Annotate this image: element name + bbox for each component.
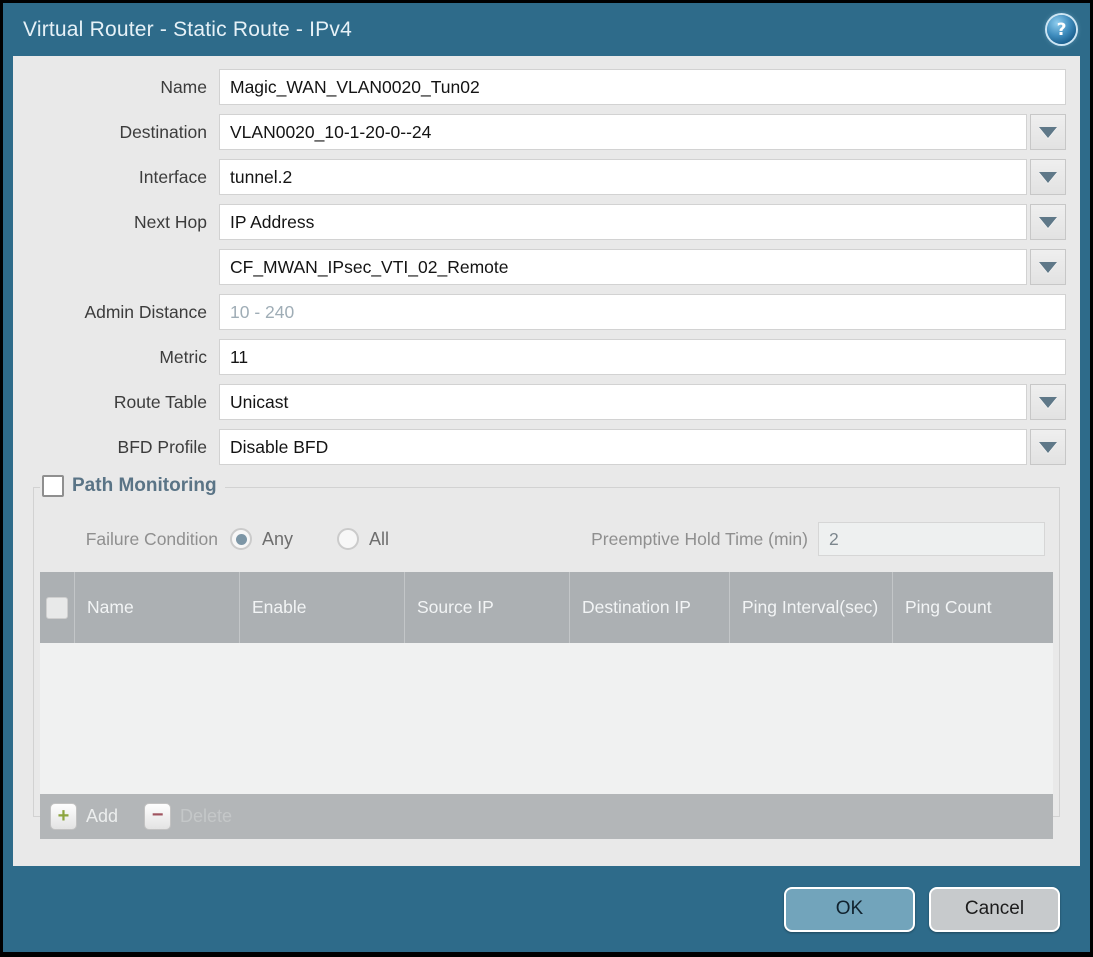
select-all-checkbox[interactable] — [46, 597, 68, 619]
chevron-down-icon — [1039, 262, 1057, 273]
metric-label: Metric — [27, 347, 219, 368]
radio-option-any[interactable]: Any — [230, 528, 293, 550]
cancel-button[interactable]: Cancel — [929, 887, 1060, 932]
route-table-dropdown-button[interactable] — [1030, 384, 1066, 420]
form-row-admin-distance: Admin Distance — [27, 294, 1066, 330]
failure-condition-row: Failure Condition Any All Preemptive Hol… — [40, 522, 1045, 556]
delete-button-label: Delete — [180, 806, 232, 827]
path-monitoring-checkbox[interactable] — [42, 475, 64, 497]
radio-any-icon[interactable] — [230, 528, 252, 550]
bfd-profile-label: BFD Profile — [27, 437, 219, 458]
table-header-row: Name Enable Source IP Destination IP Pin… — [40, 572, 1053, 643]
column-header-destination-ip[interactable]: Destination IP — [569, 572, 729, 643]
column-header-enable[interactable]: Enable — [239, 572, 404, 643]
interface-label: Interface — [27, 167, 219, 188]
radio-any-label: Any — [262, 529, 293, 550]
form-row-next-hop: Next Hop — [27, 204, 1066, 240]
failure-condition-radio-group: Any All — [230, 528, 389, 550]
column-header-source-ip[interactable]: Source IP — [404, 572, 569, 643]
column-header-name[interactable]: Name — [74, 572, 239, 643]
next-hop-label: Next Hop — [27, 212, 219, 233]
bfd-profile-input[interactable] — [219, 429, 1027, 465]
bfd-profile-dropdown-button[interactable] — [1030, 429, 1066, 465]
form-row-metric: Metric — [27, 339, 1066, 375]
add-button[interactable]: + Add — [50, 803, 118, 830]
column-header-ping-count[interactable]: Ping Count — [892, 572, 1053, 643]
dialog-content: Name Destination Interface — [13, 56, 1080, 866]
interface-dropdown-button[interactable] — [1030, 159, 1066, 195]
form-row-route-table: Route Table — [27, 384, 1066, 420]
next-hop-address-dropdown-button[interactable] — [1030, 249, 1066, 285]
preemptive-hold-time-label: Preemptive Hold Time (min) — [591, 529, 818, 550]
radio-all-label: All — [369, 529, 389, 550]
path-monitoring-table: Name Enable Source IP Destination IP Pin… — [40, 572, 1053, 839]
next-hop-type-dropdown-button[interactable] — [1030, 204, 1066, 240]
name-input[interactable] — [219, 69, 1066, 105]
dialog-title: Virtual Router - Static Route - IPv4 — [23, 18, 352, 42]
chevron-down-icon — [1039, 127, 1057, 138]
chevron-down-icon — [1039, 442, 1057, 453]
title-bar: Virtual Router - Static Route - IPv4 ? — [3, 3, 1090, 56]
name-label: Name — [27, 77, 219, 98]
dialog-footer: OK Cancel — [3, 866, 1090, 952]
ok-button[interactable]: OK — [784, 887, 915, 932]
chevron-down-icon — [1039, 397, 1057, 408]
form-row-destination: Destination — [27, 114, 1066, 150]
select-all-checkbox-cell — [40, 572, 74, 643]
form-row-interface: Interface — [27, 159, 1066, 195]
failure-condition-label: Failure Condition — [40, 529, 230, 550]
radio-all-icon[interactable] — [337, 528, 359, 550]
preemptive-hold-time-group: Preemptive Hold Time (min) — [591, 522, 1045, 556]
path-monitoring-title: Path Monitoring — [72, 475, 217, 497]
form-row-name: Name — [27, 69, 1066, 105]
radio-option-all[interactable]: All — [337, 528, 389, 550]
next-hop-type-input[interactable] — [219, 204, 1027, 240]
admin-distance-input[interactable] — [219, 294, 1066, 330]
route-table-label: Route Table — [27, 392, 219, 413]
minus-icon: − — [144, 803, 171, 830]
interface-input[interactable] — [219, 159, 1027, 195]
form-row-bfd-profile: BFD Profile — [27, 429, 1066, 465]
static-route-dialog: Virtual Router - Static Route - IPv4 ? N… — [3, 3, 1090, 952]
preemptive-hold-time-input[interactable] — [818, 522, 1045, 556]
next-hop-address-input[interactable] — [219, 249, 1027, 285]
metric-input[interactable] — [219, 339, 1066, 375]
form-row-next-hop-address — [27, 249, 1066, 285]
delete-button[interactable]: − Delete — [144, 803, 232, 830]
help-icon[interactable]: ? — [1047, 15, 1076, 44]
column-header-ping-interval[interactable]: Ping Interval(sec) — [729, 572, 892, 643]
destination-label: Destination — [27, 122, 219, 143]
admin-distance-label: Admin Distance — [27, 302, 219, 323]
table-footer-bar: + Add − Delete — [40, 794, 1053, 839]
destination-input[interactable] — [219, 114, 1027, 150]
route-table-input[interactable] — [219, 384, 1027, 420]
plus-icon: + — [50, 803, 77, 830]
add-button-label: Add — [86, 806, 118, 827]
destination-dropdown-button[interactable] — [1030, 114, 1066, 150]
chevron-down-icon — [1039, 172, 1057, 183]
table-body-empty — [40, 643, 1053, 794]
path-monitoring-section: Path Monitoring Failure Condition Any Al… — [33, 487, 1060, 817]
path-monitoring-legend: Path Monitoring — [40, 475, 225, 497]
chevron-down-icon — [1039, 217, 1057, 228]
